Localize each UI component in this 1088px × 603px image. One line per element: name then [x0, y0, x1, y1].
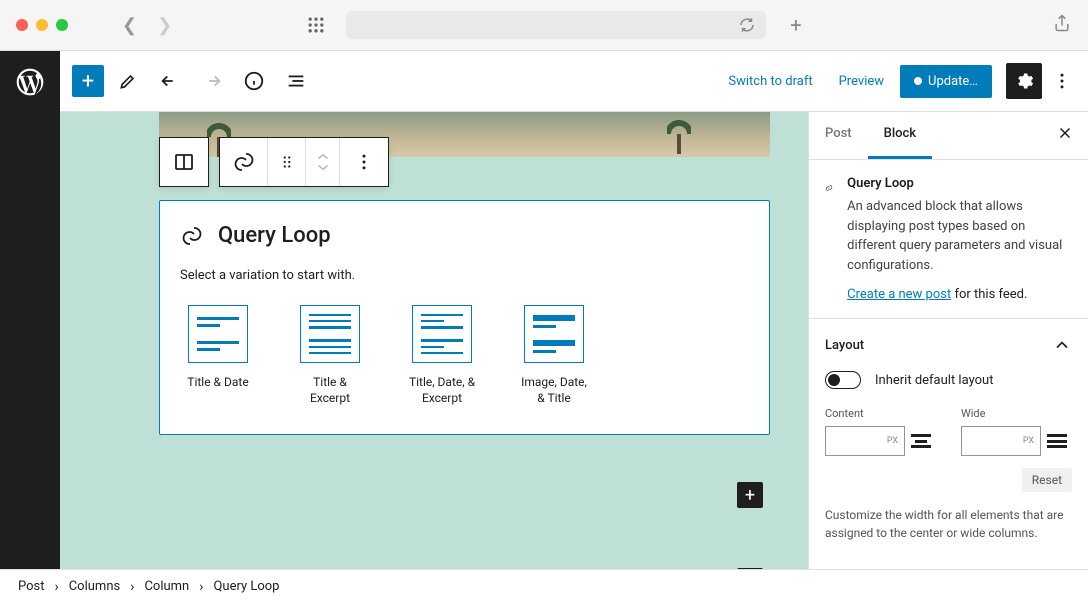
settings-button[interactable] [1006, 63, 1042, 99]
browser-chrome: ❮ ❯ + [0, 0, 1088, 51]
variation-title-date-excerpt[interactable]: Title, Date, & Excerpt [404, 305, 480, 406]
create-post-suffix: for this feed. [951, 287, 1027, 302]
variation-label: Title & Excerpt [292, 375, 368, 406]
variation-label: Title, Date, & Excerpt [404, 375, 480, 406]
add-block-inline[interactable]: + [737, 482, 763, 508]
variation-title-date[interactable]: Title & Date [180, 305, 256, 406]
editor-topbar: + Switch to draft Preview Update… [60, 51, 1088, 112]
block-info: Query Loop An advanced block that allows… [809, 160, 1088, 318]
window-maximize[interactable] [56, 19, 68, 31]
variation-preview-icon [412, 305, 472, 363]
wordpress-logo-icon[interactable] [14, 66, 46, 98]
inherit-layout-label: Inherit default layout [875, 373, 993, 388]
block-info-title: Query Loop [847, 176, 1072, 191]
browser-forward[interactable]: ❯ [151, 15, 178, 36]
info-icon[interactable] [236, 63, 272, 99]
editor-canvas[interactable]: Query Loop Select a variation to start w… [60, 112, 808, 603]
window-close[interactable] [16, 19, 28, 31]
block-toolbar [159, 137, 389, 187]
block-type-icon[interactable] [220, 138, 268, 186]
tab-block[interactable]: Block [868, 112, 932, 159]
wide-width-input[interactable]: PX [961, 426, 1041, 456]
breadcrumb-item[interactable]: Column [144, 579, 189, 594]
select-parent-icon[interactable] [160, 138, 208, 186]
block-options-icon[interactable] [340, 138, 388, 186]
tab-post[interactable]: Post [809, 112, 868, 159]
create-post-link[interactable]: Create a new post [847, 287, 951, 302]
layout-reset-button[interactable]: Reset [1022, 468, 1072, 492]
layout-panel: Layout Inherit default layout Content PX [809, 318, 1088, 558]
content-width-input[interactable]: PX [825, 426, 905, 456]
chevron-right-icon: › [130, 579, 134, 595]
justify-wide-icon[interactable] [1047, 431, 1067, 451]
query-loop-block[interactable]: Query Loop Select a variation to start w… [159, 200, 770, 435]
block-info-desc: An advanced block that allows displaying… [847, 197, 1072, 275]
variation-preview-icon [524, 305, 584, 363]
query-loop-icon [825, 176, 833, 200]
layout-panel-header[interactable]: Layout [825, 335, 1072, 355]
unsaved-dot-icon [914, 77, 922, 85]
close-sidebar[interactable] [1042, 112, 1088, 159]
justify-center-icon[interactable] [911, 431, 931, 451]
breadcrumb-item[interactable]: Columns [69, 579, 121, 594]
browser-back[interactable]: ❮ [116, 15, 143, 36]
more-menu[interactable] [1048, 71, 1076, 91]
apps-icon[interactable] [306, 15, 326, 35]
admin-rail [0, 51, 60, 603]
undo-button[interactable] [152, 63, 188, 99]
share-icon[interactable] [1052, 13, 1072, 37]
move-up-down-icon[interactable] [306, 138, 340, 186]
variation-label: Title & Date [187, 375, 248, 391]
traffic-lights [16, 19, 68, 31]
settings-sidebar: Post Block Query Loop An advanced block … [808, 112, 1088, 603]
chevron-right-icon: › [199, 579, 203, 595]
preview-link[interactable]: Preview [829, 74, 894, 89]
drag-handle-icon[interactable] [268, 138, 306, 186]
variation-title-excerpt[interactable]: Title & Excerpt [292, 305, 368, 406]
wide-width-label: Wide [961, 407, 1067, 420]
breadcrumbs: Post › Columns › Column › Query Loop [0, 569, 1088, 603]
inherit-layout-toggle[interactable] [825, 371, 861, 389]
new-tab[interactable]: + [790, 13, 801, 37]
switch-to-draft-link[interactable]: Switch to draft [718, 74, 822, 89]
block-title: Query Loop [218, 223, 331, 248]
chevron-right-icon: › [55, 579, 59, 595]
variation-preview-icon [300, 305, 360, 363]
update-label: Update… [928, 74, 978, 89]
url-bar[interactable] [346, 11, 766, 39]
variation-preview-icon [188, 305, 248, 363]
chevron-up-icon [1052, 335, 1072, 355]
query-loop-icon [180, 224, 204, 248]
breadcrumb-item[interactable]: Query Loop [213, 579, 279, 594]
sidebar-tabs: Post Block [809, 112, 1088, 160]
breadcrumb-item[interactable]: Post [18, 579, 45, 594]
variation-label: Image, Date, & Title [516, 375, 592, 406]
add-block-button[interactable]: + [72, 65, 104, 97]
block-subtitle: Select a variation to start with. [180, 268, 749, 283]
layout-panel-title: Layout [825, 338, 864, 353]
redo-button[interactable] [194, 63, 230, 99]
window-minimize[interactable] [36, 19, 48, 31]
update-button[interactable]: Update… [900, 65, 992, 98]
layout-description: Customize the width for all elements tha… [825, 506, 1072, 542]
outline-icon[interactable] [278, 63, 314, 99]
edit-tool-icon[interactable] [110, 63, 146, 99]
variation-image-date-title[interactable]: Image, Date, & Title [516, 305, 592, 406]
content-width-label: Content [825, 407, 931, 420]
reload-icon[interactable] [738, 16, 756, 34]
